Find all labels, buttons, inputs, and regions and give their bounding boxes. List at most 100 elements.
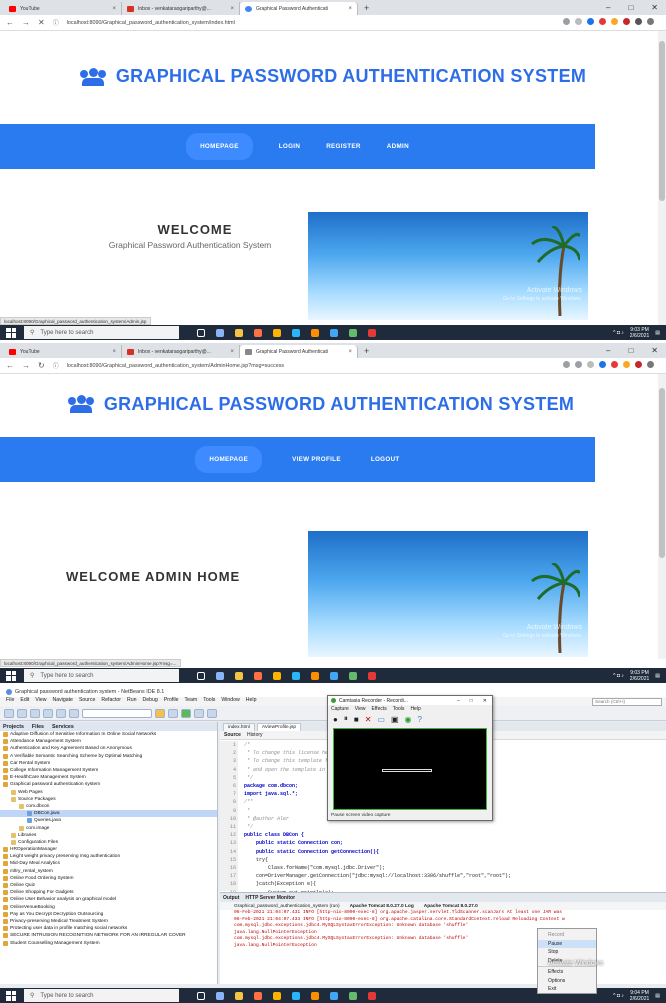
mail-icon[interactable] [292, 328, 300, 337]
menu-tools[interactable]: Tools [203, 697, 215, 706]
help-icon[interactable]: ? [418, 715, 422, 724]
tab-graphical-password[interactable]: Graphical Password Authenticati × [240, 2, 358, 15]
tab-projects[interactable]: Projects [3, 724, 24, 730]
run-icon[interactable] [181, 708, 191, 718]
url-field[interactable]: localhost:8090/Graphical_password_authen… [67, 20, 235, 26]
tab-inbox[interactable]: Inbox - venkataraogariparthy@... × [122, 345, 240, 358]
delete-icon[interactable]: ✕ [365, 715, 372, 724]
extension-icon[interactable] [623, 361, 630, 368]
menu-icon[interactable] [647, 361, 654, 368]
back-icon[interactable]: ← [6, 361, 14, 370]
code-line[interactable]: try{ [244, 856, 511, 864]
tray-icons[interactable]: ^ ◘ ♪ [613, 330, 624, 336]
menu-item-pause[interactable]: Pause [538, 939, 596, 948]
taskbar-search[interactable]: ⚲ Type here to search [24, 989, 179, 1002]
editor-tab-aviewprofile[interactable]: AViewProfile.jsp [256, 723, 302, 731]
redo-icon[interactable] [69, 708, 79, 718]
minimize-icon[interactable]: – [606, 3, 610, 12]
mail-icon[interactable] [292, 991, 300, 1000]
page-scrollbar[interactable] [658, 374, 666, 659]
pause-icon[interactable]: ⏸ [344, 714, 348, 724]
clean-build-icon[interactable] [168, 708, 178, 718]
puzzle-icon[interactable] [635, 18, 642, 25]
clock[interactable]: 9:03 PM 2/6/2021 [630, 670, 649, 682]
chrome-icon[interactable] [368, 671, 376, 680]
windows-start-icon[interactable] [6, 670, 16, 681]
new-project-icon[interactable] [4, 708, 14, 718]
tab-files[interactable]: Files [32, 724, 44, 730]
back-icon[interactable]: ← [6, 18, 14, 27]
project-tree-item[interactable]: OnlineVenueBooking [0, 904, 217, 911]
tray-icons[interactable]: ^ ◘ ♪ [613, 993, 624, 999]
project-tree-item[interactable]: Student Counselling Management System [0, 939, 217, 946]
code-line[interactable]: public class DBCon { [244, 831, 511, 839]
minimize-icon[interactable]: – [606, 346, 610, 355]
project-tree-item[interactable]: A Verifiable Semantic Searching Scheme b… [0, 753, 217, 760]
extension-icon[interactable] [587, 18, 594, 25]
camera-icon[interactable]: ▣ [391, 715, 399, 724]
mail-icon[interactable] [292, 671, 300, 680]
project-tree-item[interactable]: Adaptive Diffusion of Sensitive Informat… [0, 731, 217, 738]
project-tree-item[interactable]: Online Quiz [0, 882, 217, 889]
extension-icon[interactable] [611, 18, 618, 25]
camtasia-icon[interactable] [349, 671, 357, 680]
extension-icon[interactable] [635, 361, 642, 368]
notification-icon[interactable]: ▤ [655, 330, 660, 336]
code-line[interactable]: */ [244, 823, 511, 831]
firefox-icon[interactable] [254, 671, 262, 680]
close-tab-icon[interactable]: × [230, 6, 234, 12]
close-icon[interactable]: ✕ [483, 698, 487, 704]
code-line[interactable]: }catch(Exception e){ [244, 880, 511, 888]
project-tree-item[interactable]: Configuration Files [0, 839, 217, 846]
tab-output[interactable]: Output [223, 895, 239, 901]
stop-icon[interactable]: ■ [354, 715, 359, 724]
menu-view[interactable]: View [35, 697, 46, 706]
subtab-run[interactable]: Graphical_password_authentication_system… [234, 904, 340, 909]
project-tree-item[interactable]: HROperationManager [0, 846, 217, 853]
project-tree-item[interactable]: Mid-Day Meal Analytics [0, 860, 217, 867]
code-line[interactable]: Class.forName("com.mysql.jdbc.Driver"); [244, 864, 511, 872]
nav-homepage[interactable]: HOMEPAGE [186, 133, 253, 160]
chrome-icon[interactable] [368, 991, 376, 1000]
tab-youtube[interactable]: YouTube × [4, 345, 122, 358]
store-icon[interactable] [235, 328, 243, 337]
forward-icon[interactable]: → [22, 18, 30, 27]
file-explorer-icon[interactable] [273, 671, 281, 680]
extension-icon[interactable] [611, 361, 618, 368]
netbeans-icon[interactable] [311, 671, 319, 680]
task-view-icon[interactable] [216, 328, 224, 337]
project-tree-item[interactable]: com.image [0, 824, 217, 831]
chrome-icon[interactable] [368, 328, 376, 337]
tray-icons[interactable]: ^ ◘ ♪ [613, 673, 624, 679]
menu-view[interactable]: View [355, 706, 366, 712]
project-tree-item[interactable]: Queries.java [0, 817, 217, 824]
cortana-icon[interactable] [197, 328, 205, 337]
app-icon[interactable] [330, 671, 338, 680]
subtab-tomcat-log[interactable]: Apache Tomcat 8.0.27.0 Log [350, 904, 414, 909]
menu-source[interactable]: Source [79, 697, 95, 706]
project-tree-item[interactable]: Authentication and Key Agreement Based o… [0, 745, 217, 752]
cortana-icon[interactable] [197, 671, 205, 680]
cortana-icon[interactable] [197, 991, 205, 1000]
extension-icon[interactable] [599, 18, 606, 25]
key-icon[interactable] [563, 361, 570, 368]
code-line[interactable]: public static Connection con; [244, 839, 511, 847]
close-tab-icon[interactable]: × [112, 6, 116, 12]
close-tab-icon[interactable]: × [112, 349, 116, 355]
project-tree-item[interactable]: Graphical password authentication system [0, 781, 217, 788]
menu-icon[interactable] [647, 18, 654, 25]
record-icon[interactable]: ● [333, 715, 338, 724]
menu-file[interactable]: File [6, 697, 14, 706]
taskbar-search[interactable]: ⚲ Type here to search [24, 669, 179, 682]
project-tree-item[interactable]: Pay as You Decrypt Decryption Outsourcin… [0, 911, 217, 918]
netbeans-icon[interactable] [311, 991, 319, 1000]
close-tab-icon[interactable]: × [348, 6, 352, 12]
menu-item-options[interactable]: Options [538, 977, 596, 986]
windows-start-icon[interactable] [6, 990, 16, 1001]
open-project-icon[interactable] [30, 708, 40, 718]
firefox-icon[interactable] [254, 991, 262, 1000]
menu-profile[interactable]: Profile [164, 697, 179, 706]
clock[interactable]: 9:04 PM 2/6/2021 [630, 990, 649, 1002]
undo-icon[interactable] [56, 708, 66, 718]
nav-register[interactable]: REGISTER [326, 143, 361, 150]
